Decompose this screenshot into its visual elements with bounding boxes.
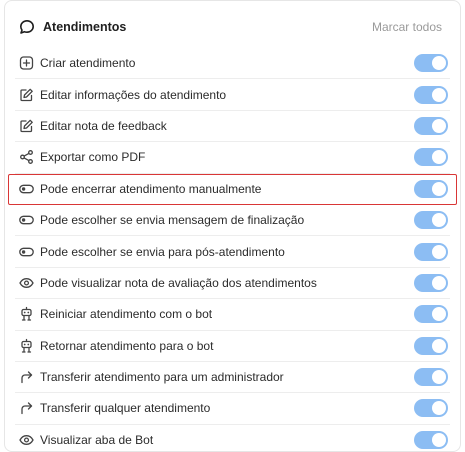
- toggle-knob: [432, 150, 446, 165]
- toggle-knob: [432, 338, 446, 353]
- permission-label: Transferir qualquer atendimento: [40, 401, 211, 416]
- toggle-knob: [432, 56, 446, 71]
- forward-arrow-icon: [19, 370, 34, 385]
- toggle-knob: [432, 182, 446, 197]
- permissions-card: Atendimentos Marcar todos Criar atendime…: [4, 0, 461, 452]
- permission-label: Pode escolher se envia para pós-atendime…: [40, 244, 285, 259]
- chat-bubble-icon: [19, 19, 35, 35]
- permission-row: Editar nota de feedback: [15, 111, 450, 143]
- toggle-knob: [432, 275, 446, 290]
- permission-label: Reiniciar atendimento com o bot: [40, 307, 213, 322]
- permission-label: Editar informações do atendimento: [40, 87, 227, 102]
- share-icon: [19, 150, 34, 165]
- permission-toggle[interactable]: [414, 180, 448, 199]
- permission-toggle[interactable]: [414, 336, 448, 355]
- toggle-knob: [432, 307, 446, 322]
- permission-toggle[interactable]: [414, 399, 448, 418]
- permission-toggle[interactable]: [414, 431, 448, 450]
- permission-label: Criar atendimento: [40, 56, 136, 71]
- permission-row: Pode visualizar nota de avaliação dos at…: [15, 268, 450, 300]
- robot-icon: [19, 307, 34, 322]
- permission-toggle[interactable]: [414, 305, 448, 324]
- toggle-icon: [19, 244, 34, 259]
- eye-icon: [19, 433, 34, 448]
- permission-label: Pode visualizar nota de avaliação dos at…: [40, 275, 317, 290]
- permission-toggle[interactable]: [414, 54, 448, 73]
- permission-toggle[interactable]: [414, 85, 448, 104]
- permission-row: Reiniciar atendimento com o bot: [15, 299, 450, 331]
- permission-row: Editar informações do atendimento: [15, 79, 450, 111]
- toggle-knob: [432, 87, 446, 102]
- card-header: Atendimentos Marcar todos: [5, 1, 460, 49]
- toggle-knob: [432, 213, 446, 228]
- forward-arrow-icon: [19, 401, 34, 416]
- toggle-icon: [19, 213, 34, 228]
- permission-toggle[interactable]: [414, 148, 448, 167]
- edit-icon: [19, 87, 34, 102]
- permission-list: Criar atendimento Editar informações do a…: [5, 48, 460, 451]
- permission-label: Exportar como PDF: [40, 150, 146, 165]
- toggle-icon: [19, 182, 34, 197]
- permission-label: Pode encerrar atendimento manualmente: [40, 182, 262, 197]
- permission-row: Criar atendimento: [15, 48, 450, 80]
- permission-label: Visualizar aba de Bot: [40, 433, 154, 448]
- permission-row: Transferir qualquer atendimento: [15, 393, 450, 425]
- robot-icon: [19, 338, 34, 353]
- permission-row: Exportar como PDF: [15, 142, 450, 174]
- toggle-knob: [432, 118, 446, 133]
- mark-all-button[interactable]: Marcar todos: [372, 19, 442, 35]
- edit-icon: [19, 118, 34, 133]
- section-title: Atendimentos: [43, 20, 127, 34]
- permission-label: Retornar atendimento para o bot: [40, 338, 214, 353]
- eye-icon: [19, 275, 34, 290]
- permission-row: Pode escolher se envia para pós-atendime…: [15, 236, 450, 268]
- permission-label: Transferir atendimento para um administr…: [40, 370, 284, 385]
- permission-row: Retornar atendimento para o bot: [15, 331, 450, 362]
- toggle-knob: [432, 370, 446, 385]
- plus-square-icon: [19, 56, 34, 71]
- permission-toggle[interactable]: [414, 211, 448, 230]
- permission-row: Visualizar aba de Bot: [15, 425, 450, 451]
- toggle-knob: [432, 401, 446, 416]
- toggle-knob: [432, 244, 446, 259]
- permission-toggle[interactable]: [414, 273, 448, 292]
- permission-toggle[interactable]: [414, 116, 448, 135]
- permission-toggle[interactable]: [414, 242, 448, 261]
- permission-row: Transferir atendimento para um administr…: [15, 362, 450, 394]
- permission-toggle[interactable]: [414, 368, 448, 387]
- permission-label: Pode escolher se envia mensagem de final…: [40, 213, 305, 228]
- permission-row: Pode escolher se envia mensagem de final…: [15, 205, 450, 237]
- permission-row: Pode encerrar atendimento manualmente: [8, 173, 457, 205]
- toggle-knob: [432, 433, 446, 448]
- permission-label: Editar nota de feedback: [40, 118, 167, 133]
